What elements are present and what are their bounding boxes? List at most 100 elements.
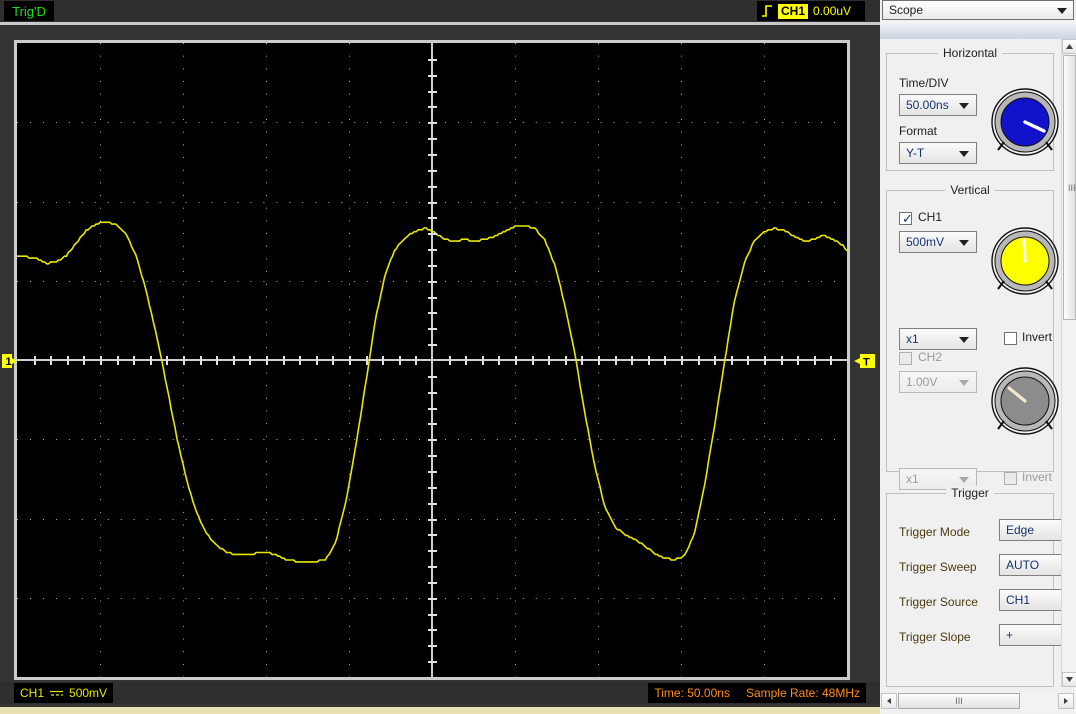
vertical-scroll-thumb[interactable]: III <box>1063 55 1076 320</box>
scope-instrument-selector[interactable]: Scope <box>882 0 1074 20</box>
ch1-checkbox-label: CH1 <box>918 210 943 224</box>
horizontal-position-knob[interactable] <box>987 84 1063 160</box>
vertical-group: Vertical ✓ CH1 500mV x1 Invert CH2 1.00V… <box>886 183 1059 490</box>
ch1-probe-select[interactable]: x1 <box>899 328 977 350</box>
axis-tick <box>731 356 733 365</box>
scope-selector-value: Scope <box>889 3 924 17</box>
ch1-invert-checkbox[interactable] <box>1004 332 1017 345</box>
axis-tick <box>428 392 437 394</box>
ch2-enable-checkbox[interactable] <box>899 352 912 365</box>
axis-tick <box>299 356 301 365</box>
trigger-group: Trigger Trigger Mode Edge Trigger Sweep … <box>886 486 1076 687</box>
ch2-scale-select[interactable]: 1.00V <box>899 371 977 393</box>
top-separator <box>0 22 880 25</box>
axis-tick <box>515 356 517 365</box>
trigger-group-title: Trigger <box>946 486 994 500</box>
ch1-scale-value: 500mV <box>69 686 108 700</box>
ch1-ground-reference-marker[interactable]: 1 <box>2 353 17 369</box>
chevron-down-icon <box>959 337 969 343</box>
time-div-value: 50.00ns <box>906 98 949 112</box>
axis-tick <box>100 356 102 365</box>
scroll-down-button[interactable] <box>1062 672 1076 687</box>
axis-tick <box>428 471 437 473</box>
panel-header-strip <box>880 21 1076 39</box>
axis-tick <box>428 566 437 568</box>
trigger-channel-badge: CH1 <box>778 3 809 19</box>
axis-tick <box>698 356 700 365</box>
axis-tick <box>428 629 437 631</box>
timebase-value: Time: 50.00ns <box>654 686 730 700</box>
trigger-source-label: Trigger Source <box>899 595 978 609</box>
ch2-invert-checkbox[interactable] <box>1004 472 1017 485</box>
format-select[interactable]: Y-T <box>899 142 977 164</box>
axis-tick <box>428 376 437 378</box>
axis-tick <box>830 356 832 365</box>
trigger-source-value: CH1 <box>1006 593 1031 607</box>
axis-tick <box>83 356 85 365</box>
axis-tick <box>428 265 437 267</box>
bottom-accent-bar <box>0 707 880 714</box>
axis-tick <box>316 356 318 365</box>
trigger-mode-label: Trigger Mode <box>899 525 970 539</box>
dc-coupling-icon <box>50 690 64 696</box>
axis-tick <box>200 356 202 365</box>
axis-tick <box>428 503 437 505</box>
chevron-down-icon <box>959 151 969 157</box>
axis-tick <box>428 487 437 489</box>
axis-tick <box>428 423 437 425</box>
panel-vertical-scrollbar[interactable]: III <box>1061 39 1076 687</box>
chevron-down-icon <box>959 240 969 246</box>
axis-tick <box>747 356 749 365</box>
trigger-level-marker[interactable]: T <box>853 353 875 369</box>
check-icon: ✓ <box>902 211 913 226</box>
ch1-enable-checkbox[interactable]: ✓ <box>899 211 913 226</box>
scope-display-area: Trig'D CH1 0.00uV 1 T CH1 500mV Time: 50… <box>0 0 880 714</box>
horizontal-group: Horizontal Time/DIV 50.00ns Format Y-T <box>886 46 1059 171</box>
axis-tick <box>681 356 683 365</box>
time-div-select[interactable]: 50.00ns <box>899 94 977 116</box>
axis-tick <box>428 154 437 156</box>
chevron-down-icon <box>959 477 969 483</box>
axis-tick <box>631 356 633 365</box>
axis-tick <box>133 356 135 365</box>
chevron-down-icon <box>1057 8 1067 14</box>
sample-rate-value: Sample Rate: 48MHz <box>745 686 860 700</box>
axis-tick <box>548 356 550 365</box>
axis-tick <box>797 356 799 365</box>
horizontal-group-title: Horizontal <box>937 46 1003 60</box>
trigger-sweep-value: AUTO <box>1006 558 1040 572</box>
chevron-down-icon <box>959 103 969 109</box>
axis-tick <box>428 534 437 536</box>
ch1-probe-value: x1 <box>906 332 919 346</box>
axis-tick <box>415 356 417 365</box>
scroll-left-button[interactable] <box>881 693 897 709</box>
axis-tick <box>150 356 152 365</box>
scroll-up-button[interactable] <box>1062 39 1076 54</box>
axis-tick <box>283 356 285 365</box>
axis-tick <box>399 356 401 365</box>
rising-edge-icon <box>762 5 772 17</box>
axis-tick <box>428 519 437 521</box>
axis-tick <box>428 170 437 172</box>
horizontal-scroll-thumb[interactable]: III <box>898 693 1020 709</box>
ch1-scale-select[interactable]: 500mV <box>899 231 977 253</box>
axis-tick <box>648 356 650 365</box>
axis-tick <box>428 217 437 219</box>
axis-tick <box>428 138 437 140</box>
trigger-mode-value: Edge <box>1006 523 1035 537</box>
time-div-label: Time/DIV <box>899 76 949 90</box>
ch2-vertical-position-knob[interactable] <box>987 363 1063 439</box>
ch1-vertical-position-knob[interactable] <box>987 223 1063 299</box>
panel-horizontal-scrollbar[interactable]: III <box>880 692 1076 710</box>
axis-tick <box>428 455 437 457</box>
ch1-scale-value: 500mV <box>906 235 945 249</box>
axis-tick <box>482 356 484 365</box>
axis-tick <box>428 645 437 647</box>
axis-tick <box>581 356 583 365</box>
scroll-right-button[interactable] <box>1058 693 1074 709</box>
waveform-grid-frame[interactable] <box>14 40 850 680</box>
axis-tick <box>565 356 567 365</box>
axis-tick <box>449 356 451 365</box>
axis-tick <box>382 356 384 365</box>
control-panel: Scope Horizontal Time/DIV 50.00ns Format… <box>880 0 1076 714</box>
